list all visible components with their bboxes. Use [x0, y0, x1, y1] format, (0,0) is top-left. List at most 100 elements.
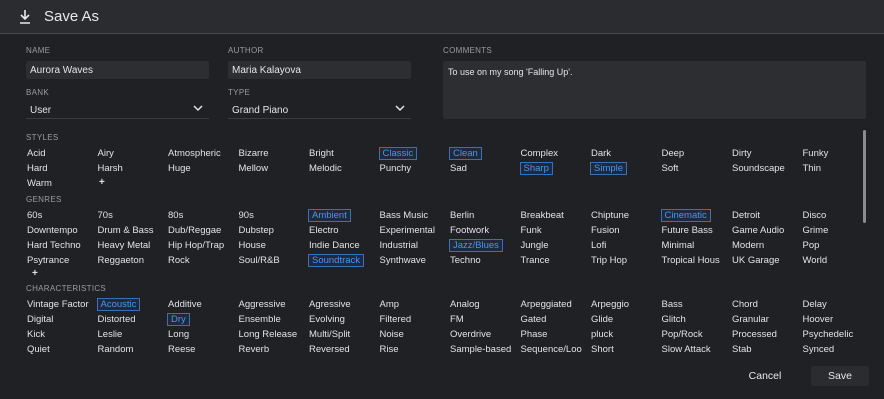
characteristics-tag[interactable]: Evolving	[308, 313, 346, 326]
genres-tag[interactable]: Minimal	[661, 239, 696, 252]
genres-tag[interactable]: House	[238, 239, 267, 252]
characteristics-tag[interactable]: Ensemble	[238, 313, 282, 326]
styles-tag[interactable]: Warm	[26, 177, 53, 190]
characteristics-tag[interactable]: Sample-based	[449, 343, 512, 356]
genres-tag[interactable]: Footwork	[449, 224, 490, 237]
genres-tag[interactable]: Tropical Hous	[661, 254, 721, 267]
genres-tag[interactable]: Pop	[802, 239, 821, 252]
styles-tag[interactable]: Soundscape	[731, 162, 786, 175]
styles-tag[interactable]: Funky	[802, 147, 830, 160]
characteristics-tag[interactable]: Bass	[661, 298, 684, 311]
styles-tag[interactable]: Atmospheric	[167, 147, 222, 160]
characteristics-tag[interactable]: Hoover	[802, 313, 835, 326]
genres-tag[interactable]: World	[802, 254, 829, 267]
styles-tag[interactable]: Melodic	[308, 162, 343, 175]
characteristics-tag[interactable]: Processed	[731, 328, 778, 341]
genres-tag[interactable]: 80s	[167, 209, 184, 222]
characteristics-tag[interactable]: Reese	[167, 343, 196, 356]
characteristics-tag[interactable]: Filtered	[379, 313, 413, 326]
genres-tag[interactable]: Downtempo	[26, 224, 79, 237]
characteristics-tag[interactable]: Long	[167, 328, 190, 341]
characteristics-tag[interactable]: Psychedelic	[802, 328, 855, 341]
add-genre-button[interactable]: +	[32, 268, 38, 279]
characteristics-tag[interactable]: Reversed	[308, 343, 351, 356]
characteristics-tag[interactable]: Short	[590, 343, 615, 356]
genres-tag[interactable]: Trance	[520, 254, 551, 267]
genres-tag[interactable]: Berlin	[449, 209, 475, 222]
characteristics-tag[interactable]: Chord	[731, 298, 759, 311]
characteristics-tag[interactable]: Kick	[26, 328, 46, 341]
save-button[interactable]: Save	[811, 366, 869, 386]
genres-tag[interactable]: Dubstep	[238, 224, 275, 237]
name-field[interactable]: Aurora Waves	[26, 61, 209, 79]
characteristics-tag[interactable]: Sequence/Loo	[520, 343, 583, 356]
genres-tag[interactable]: Cinematic	[660, 209, 711, 222]
characteristics-tag[interactable]: Granular	[731, 313, 770, 326]
styles-tag[interactable]: Acid	[26, 147, 46, 160]
characteristics-tag[interactable]: Quiet	[26, 343, 51, 356]
genres-tag[interactable]: Heavy Metal	[97, 239, 152, 252]
styles-tag[interactable]: Sad	[449, 162, 468, 175]
characteristics-tag[interactable]: Pop/Rock	[661, 328, 704, 341]
characteristics-tag[interactable]: Dry	[167, 313, 190, 326]
styles-tag[interactable]: Dark	[590, 147, 612, 160]
genres-tag[interactable]: Electro	[308, 224, 340, 237]
genres-tag[interactable]: Fusion	[590, 224, 621, 237]
styles-tag[interactable]: Simple	[590, 162, 628, 175]
styles-tag[interactable]: Soft	[661, 162, 680, 175]
genres-tag[interactable]: 70s	[97, 209, 114, 222]
genres-tag[interactable]: Hard Techno	[26, 239, 82, 252]
genres-tag[interactable]: Game Audio	[731, 224, 785, 237]
characteristics-tag[interactable]: Arpeggio	[590, 298, 630, 311]
characteristics-tag[interactable]: Additive	[167, 298, 203, 311]
styles-tag[interactable]: Hard	[26, 162, 49, 175]
characteristics-tag[interactable]: Phase	[520, 328, 549, 341]
genres-tag[interactable]: Jazz/Blues	[449, 239, 503, 252]
characteristics-tag[interactable]: Rise	[379, 343, 400, 356]
genres-tag[interactable]: Detroit	[731, 209, 761, 222]
genres-tag[interactable]: Experimental	[379, 224, 436, 237]
characteristics-tag[interactable]: Agressive	[308, 298, 352, 311]
characteristics-tag[interactable]: Delay	[802, 298, 828, 311]
author-field[interactable]: Maria Kalayova	[228, 61, 411, 79]
styles-tag[interactable]: Thin	[802, 162, 822, 175]
characteristics-tag[interactable]: Slow Attack	[661, 343, 712, 356]
characteristics-tag[interactable]: Stab	[731, 343, 753, 356]
genres-tag[interactable]: Disco	[802, 209, 828, 222]
styles-tag[interactable]: Harsh	[97, 162, 124, 175]
bank-dropdown[interactable]: User	[26, 101, 209, 119]
genres-tag[interactable]: Lofi	[590, 239, 607, 252]
genres-tag[interactable]: Breakbeat	[520, 209, 565, 222]
characteristics-tag[interactable]: Distorted	[97, 313, 137, 326]
characteristics-tag[interactable]: Multi/Split	[308, 328, 351, 341]
genres-tag[interactable]: Trip Hop	[590, 254, 628, 267]
styles-tag[interactable]: Complex	[520, 147, 560, 160]
styles-tag[interactable]: Bizarre	[238, 147, 270, 160]
genres-tag[interactable]: Future Bass	[661, 224, 714, 237]
type-dropdown[interactable]: Grand Piano	[228, 101, 411, 119]
genres-tag[interactable]: UK Garage	[731, 254, 781, 267]
genres-tag[interactable]: Funk	[520, 224, 543, 237]
characteristics-tag[interactable]: Long Release	[238, 328, 299, 341]
styles-tag[interactable]: Bright	[308, 147, 335, 160]
genres-tag[interactable]: Rock	[167, 254, 191, 267]
characteristics-tag[interactable]: Leslie	[97, 328, 124, 341]
comments-field[interactable]: To use on my song 'Falling Up'.	[443, 61, 866, 119]
characteristics-tag[interactable]: Vintage Factor	[26, 298, 90, 311]
styles-tag[interactable]: Classic	[378, 147, 418, 160]
characteristics-tag[interactable]: Synced	[802, 343, 836, 356]
characteristics-tag[interactable]: Overdrive	[449, 328, 492, 341]
characteristics-tag[interactable]: Amp	[379, 298, 401, 311]
characteristics-tag[interactable]: Digital	[26, 313, 54, 326]
styles-tag[interactable]: Huge	[167, 162, 192, 175]
genres-tag[interactable]: Techno	[449, 254, 482, 267]
genres-tag[interactable]: Indie Dance	[308, 239, 361, 252]
characteristics-tag[interactable]: Analog	[449, 298, 481, 311]
genres-tag[interactable]: Synthwave	[379, 254, 427, 267]
genres-tag[interactable]: Soul/R&B	[238, 254, 281, 267]
genres-tag[interactable]: Grime	[802, 224, 830, 237]
genres-tag[interactable]: Soundtrack	[308, 254, 365, 267]
scrollbar[interactable]	[863, 130, 866, 223]
genres-tag[interactable]: Reggaeton	[97, 254, 145, 267]
styles-tag[interactable]: Sharp	[519, 162, 553, 175]
